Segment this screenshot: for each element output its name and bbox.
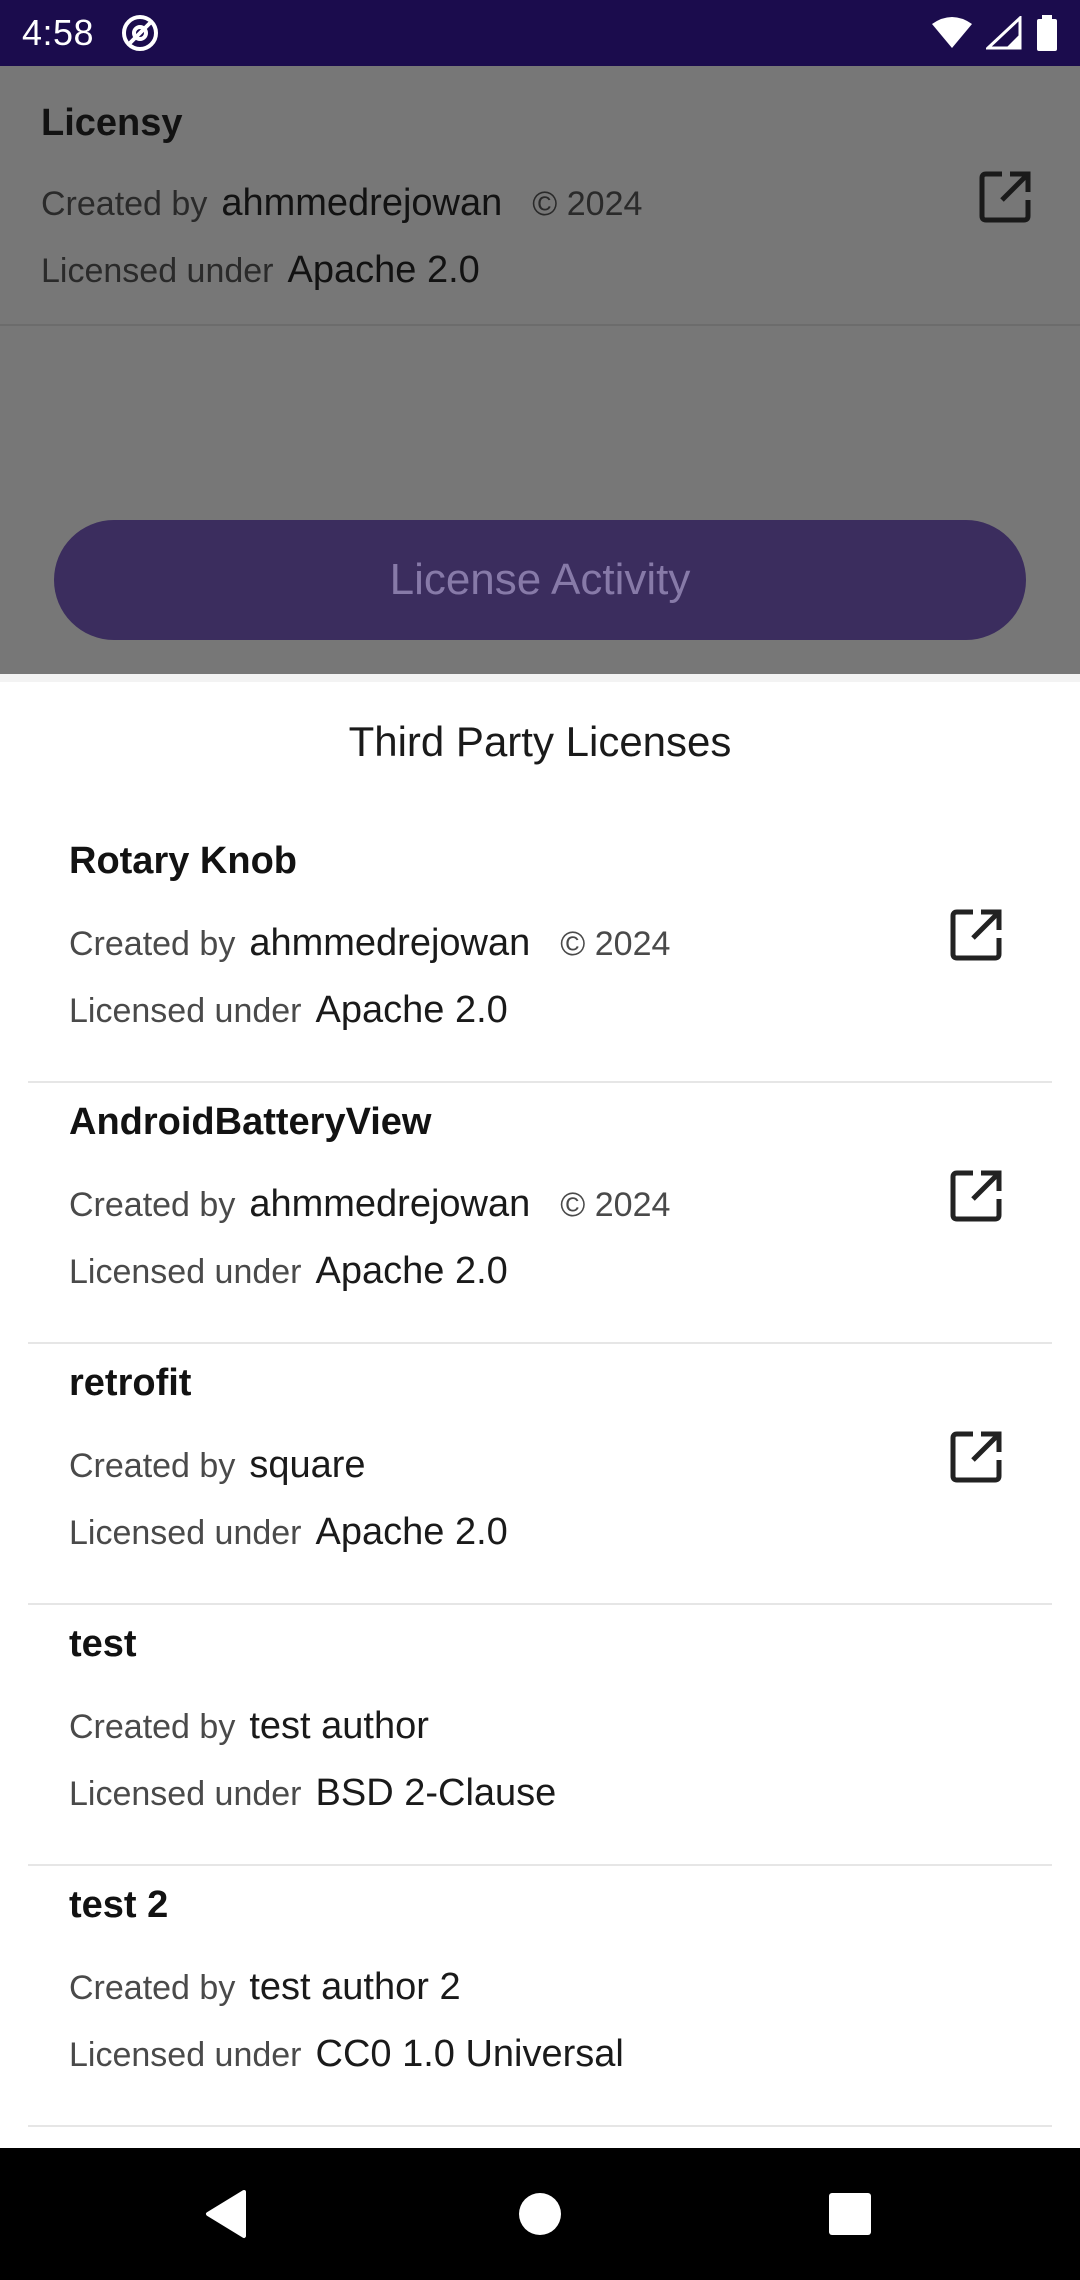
license-item-name: Rotary Knob (69, 840, 297, 882)
licensed-under-label: Licensed under (69, 1775, 302, 1813)
license-item-license-row: Licensed under Apache 2.0 (69, 989, 508, 1032)
signal-icon (986, 16, 1022, 50)
licensed-under-label: Licensed under (41, 252, 274, 290)
screen: 4:58 Licensy Created by ahmmedrejowan © … (0, 0, 1080, 2280)
created-by-label: Created by (69, 1447, 236, 1485)
status-bar: 4:58 (0, 0, 1080, 66)
copyright-text: © 2024 (560, 925, 671, 963)
license-activity-button: License Activity (54, 520, 1026, 640)
created-by-label: Created by (69, 1969, 236, 2007)
background-item-author-row: Created by ahmmedrejowan © 2024 (41, 182, 642, 225)
license-name: Apache 2.0 (315, 989, 508, 1031)
created-by-label: Created by (69, 1186, 236, 1224)
license-item-name: test (69, 1623, 137, 1665)
open-external-icon (979, 171, 1031, 223)
author-name: test author 2 (249, 1966, 461, 2008)
sheet-title: Third Party Licenses (348, 718, 732, 765)
license-item-author-row: Created by test author 2 (69, 1966, 461, 2009)
created-by-label: Created by (69, 1708, 236, 1746)
license-name: Apache 2.0 (315, 1511, 508, 1553)
status-time: 4:58 (22, 12, 95, 53)
licensed-under-label: Licensed under (69, 1514, 302, 1552)
background-item-name: Licensy (41, 102, 183, 144)
license-item-author-row: Created by square (69, 1444, 366, 1487)
status-icons (932, 15, 1058, 51)
license-item-license-row: Licensed under Apache 2.0 (69, 1250, 508, 1293)
copyright-text: © 2024 (560, 1186, 671, 1224)
item-divider (28, 2125, 1052, 2127)
license-item-license-row: Licensed under Apache 2.0 (69, 1511, 508, 1554)
wifi-icon (932, 17, 972, 48)
license-item-license-row: Licensed under BSD 2-Clause (69, 1772, 556, 1815)
licensed-under-label: Licensed under (69, 992, 302, 1030)
open-external-icon[interactable] (949, 1167, 1005, 1223)
license-item-author-row: Created by test author (69, 1705, 429, 1748)
created-by-label: Created by (69, 925, 236, 963)
author-name: test author (249, 1705, 429, 1747)
license-item-name: AndroidBatteryView (69, 1101, 432, 1143)
at-sign-icon (122, 15, 159, 51)
licensed-under-label: Licensed under (69, 2036, 302, 2074)
license-item[interactable]: test 2 Created by test author 2 Licensed… (0, 1866, 1080, 2127)
license-name: Apache 2.0 (315, 1250, 508, 1292)
back-triangle-icon[interactable] (196, 2184, 256, 2244)
license-item-author-row: Created by ahmmedrejowan © 2024 (69, 922, 670, 965)
background-license-item: Licensy Created by ahmmedrejowan © 2024 … (0, 66, 1080, 326)
open-external-icon[interactable] (949, 1428, 1005, 1484)
recents-square-icon[interactable] (820, 2184, 880, 2244)
license-name: Apache 2.0 (287, 249, 480, 291)
home-circle-icon[interactable] (510, 2184, 570, 2244)
licensed-under-label: Licensed under (69, 1253, 302, 1291)
third-party-licenses-sheet: Third Party Licenses Rotary Knob Created… (0, 674, 1080, 2148)
license-item[interactable]: test Created by test author Licensed und… (0, 1605, 1080, 1866)
navigation-bar (0, 2148, 1080, 2280)
copyright-text: © 2024 (532, 185, 643, 223)
license-item-name: retrofit (69, 1362, 192, 1404)
battery-icon (1037, 15, 1057, 51)
license-item-license-row: Licensed under CC0 1.0 Universal (69, 2033, 624, 2076)
license-item-author-row: Created by ahmmedrejowan © 2024 (69, 1183, 670, 1226)
open-external-icon[interactable] (949, 906, 1005, 962)
background-activity-scrim[interactable]: Licensy Created by ahmmedrejowan © 2024 … (0, 66, 1080, 674)
author-name: square (249, 1444, 366, 1486)
author-name: ahmmedrejowan (249, 1183, 531, 1225)
created-by-label: Created by (41, 185, 208, 223)
license-item[interactable]: Rotary Knob Created by ahmmedrejowan © 2… (0, 822, 1080, 1083)
author-name: ahmmedrejowan (249, 922, 531, 964)
author-name: ahmmedrejowan (221, 182, 503, 224)
license-item[interactable]: AndroidBatteryView Created by ahmmedrejo… (0, 1083, 1080, 1344)
background-item-license-row: Licensed under Apache 2.0 (41, 249, 480, 292)
license-name: BSD 2-Clause (315, 1772, 557, 1814)
license-item[interactable]: retrofit Created by square Licensed unde… (0, 1344, 1080, 1605)
license-name: CC0 1.0 Universal (315, 2033, 624, 2075)
sheet-top-edge (0, 674, 1080, 682)
license-item-name: test 2 (69, 1884, 169, 1926)
